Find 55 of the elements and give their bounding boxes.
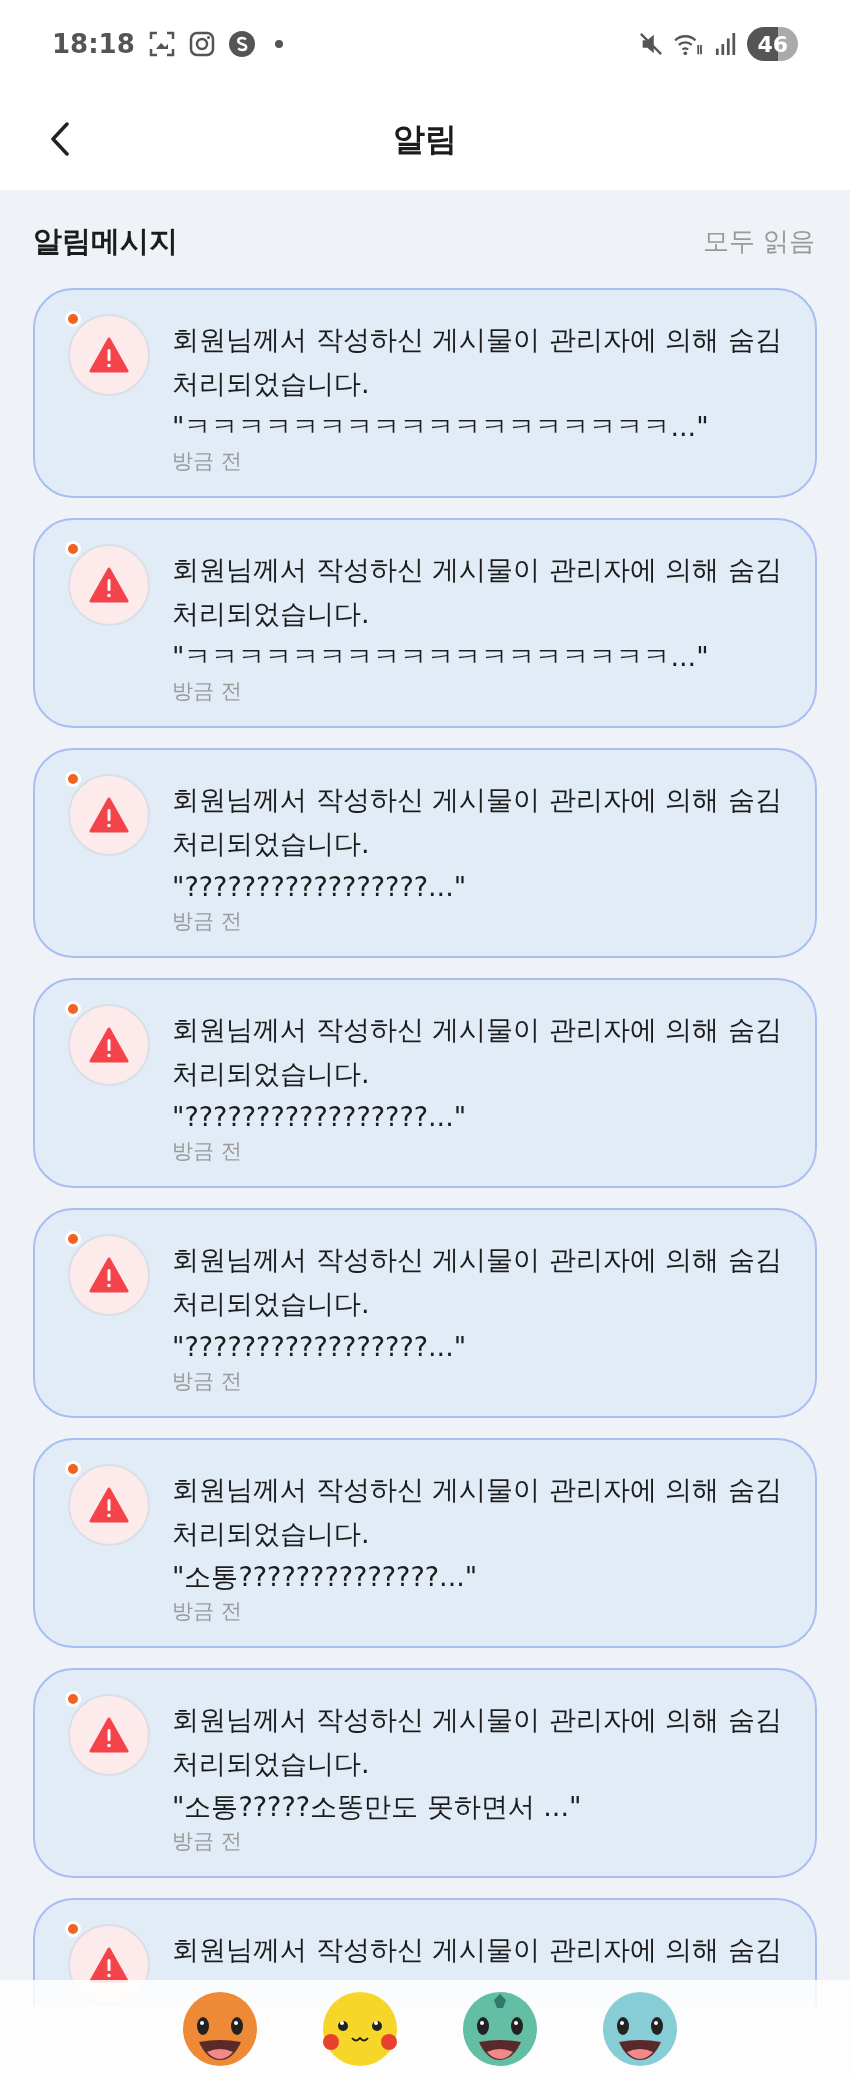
warning-icon <box>89 1026 129 1063</box>
notification-time: 방금 전 <box>172 907 243 934</box>
page-title: 알림 <box>393 119 457 160</box>
post-excerpt: "소통??????????????..." <box>172 1559 479 1594</box>
notification-dot-icon <box>274 40 283 48</box>
signal-icon <box>715 32 738 56</box>
post-excerpt: "?????????????????..." <box>172 1099 468 1134</box>
warning-icon <box>89 1486 129 1523</box>
character-face-button[interactable] <box>463 1992 537 2066</box>
notification-time: 방금 전 <box>172 1367 243 1394</box>
notification-card[interactable]: 회원님께서 작성하신 게시물이 관리자에 의해 숨김 처리되었습니다. "ㅋㅋㅋㅋㅋㅋㅋㅋㅋㅋㅋㅋㅋㅋㅋㅋㅋㅋ..." 방금 전 <box>33 517 817 728</box>
notification-time: 방금 전 <box>172 677 243 704</box>
notification-message: 회원님께서 작성하신 게시물이 관리자에 의해 숨김 처리되었습니다. <box>172 1242 782 1321</box>
warning-icon <box>89 796 129 833</box>
notification-message: 회원님께서 작성하신 게시물이 관리자에 의해 숨김 처리되었습니다. <box>172 1702 782 1781</box>
warning-icon <box>89 1716 129 1753</box>
mute-icon <box>639 32 664 56</box>
camera-app-icon <box>188 31 215 57</box>
character-face-icon <box>463 1992 537 2066</box>
warning-icon <box>89 1256 129 1293</box>
post-excerpt: "?????????????????..." <box>172 1329 468 1364</box>
post-excerpt: "?????????????????..." <box>172 869 468 904</box>
character-face-button[interactable] <box>323 1992 397 2066</box>
back-icon <box>50 122 70 156</box>
character-face-icon <box>183 1992 257 2066</box>
notification-message: 회원님께서 작성하신 게시물이 관리자에 의해 숨김 처리되었습니다. <box>172 782 782 861</box>
notification-card[interactable]: 회원님께서 작성하신 게시물이 관리자에 의해 숨김 처리되었습니다. "?????????????????..." 방금 전 <box>33 977 817 1188</box>
notification-card[interactable]: 회원님께서 작성하신 게시물이 관리자에 의해 숨김 처리되었습니다. "?????????????????..." 방금 전 <box>33 747 817 958</box>
notification-message: 회원님께서 작성하신 게시물이 관리자에 의해 숨김 처리되었습니다. <box>172 1012 782 1091</box>
notification-message: 회원님께서 작성하신 게시물이 관리자에 의해 숨김 <box>172 1932 782 1967</box>
notification-time: 방금 전 <box>172 447 243 474</box>
gallery-icon <box>148 31 175 57</box>
post-excerpt: "ㅋㅋㅋㅋㅋㅋㅋㅋㅋㅋㅋㅋㅋㅋㅋㅋㅋㅋ..." <box>172 639 710 674</box>
character-face-button[interactable] <box>183 1992 257 2066</box>
warning-icon <box>89 566 129 603</box>
post-excerpt: "소통?????소똥만도 못하면서 ..." <box>172 1789 583 1824</box>
character-face-button[interactable] <box>603 1992 677 2066</box>
status-time: 18:18 <box>52 27 135 61</box>
character-face-icon <box>603 1992 677 2066</box>
notification-card[interactable]: 회원님께서 작성하신 게시물이 관리자에 의해 숨김 처리되었습니다. "소통??????????????..." 방금 전 <box>33 1437 817 1648</box>
notification-card[interactable]: 회원님께서 작성하신 게시물이 관리자에 의해 숨김 처리되었습니다. "소통?????소똥만도 못하면서 ..." 방금 전 <box>33 1667 817 1878</box>
app-badge-icon <box>228 31 255 57</box>
notification-card[interactable]: 회원님께서 작성하신 게시물이 관리자에 의해 숨김 처리되었습니다. "ㅋㅋㅋㅋㅋㅋㅋㅋㅋㅋㅋㅋㅋㅋㅋㅋㅋㅋ..." 방금 전 <box>33 287 817 498</box>
character-face-icon <box>323 1992 397 2066</box>
warning-icon <box>89 336 129 373</box>
notification-time: 방금 전 <box>172 1827 243 1854</box>
post-excerpt: "ㅋㅋㅋㅋㅋㅋㅋㅋㅋㅋㅋㅋㅋㅋㅋㅋㅋㅋ..." <box>172 409 710 444</box>
notification-time: 방금 전 <box>172 1137 243 1164</box>
notification-card[interactable]: 회원님께서 작성하신 게시물이 관리자에 의해 숨김 처리되었습니다. "?????????????????..." 방금 전 <box>33 1207 817 1418</box>
notification-time: 방금 전 <box>172 1597 243 1624</box>
notification-message: 회원님께서 작성하신 게시물이 관리자에 의해 숨김 처리되었습니다. <box>172 552 782 631</box>
battery-indicator: 46 <box>747 27 798 61</box>
notification-message: 회원님께서 작성하신 게시물이 관리자에 의해 숨김 처리되었습니다. <box>172 322 782 401</box>
section-title: 알림메시지 <box>33 223 178 260</box>
notification-message: 회원님께서 작성하신 게시물이 관리자에 의해 숨김 처리되었습니다. <box>172 1472 782 1551</box>
